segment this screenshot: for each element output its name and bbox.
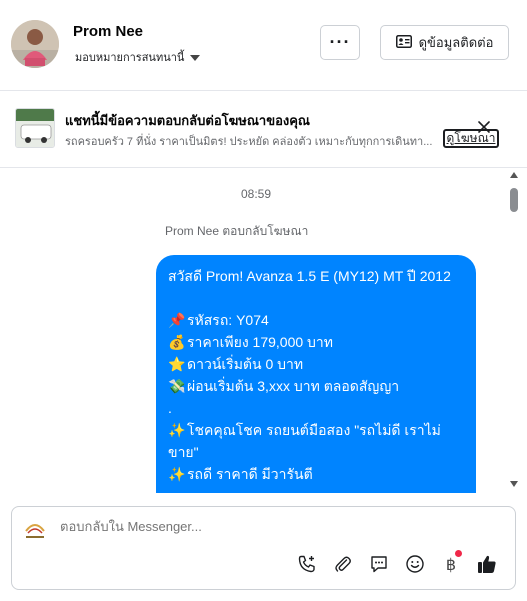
- ad-reply-banner: แชทนี้มีข้อความตอบกลับต่อโฆษณาของคุณ รถค…: [0, 91, 527, 168]
- message-line: สวัสดี Prom! Avanza 1.5 E (MY12) MT ปี 2…: [168, 268, 451, 284]
- contact-card-icon: [395, 34, 412, 51]
- sparkles-icon: ✨: [168, 422, 186, 438]
- close-icon[interactable]: [476, 119, 492, 135]
- message-line: 💸 ผ่อนเริ่มต้น 3,xxx บาท ตลอดสัญญา: [168, 375, 464, 397]
- sparkles-icon: ✨: [168, 466, 186, 482]
- ad-banner-title: แชทนี้มีข้อความตอบกลับต่อโฆษณาของคุณ: [65, 113, 310, 128]
- reply-composer: ฿: [11, 506, 516, 590]
- scroll-up-arrow[interactable]: [510, 172, 518, 178]
- money-wings-icon: 💸: [168, 378, 186, 394]
- attachment-icon[interactable]: [332, 553, 354, 575]
- baht-payment-icon[interactable]: ฿: [440, 550, 462, 575]
- view-contact-button[interactable]: ดูข้อมูลติดต่อ: [380, 25, 509, 60]
- emoji-icon[interactable]: [404, 553, 426, 575]
- notification-dot: [455, 550, 462, 557]
- ad-thumbnail: [15, 108, 55, 148]
- star-icon: ⭐: [168, 356, 186, 372]
- assign-label: มอบหมายการสนทนานี้: [75, 52, 185, 64]
- avatar[interactable]: [11, 20, 59, 68]
- scroll-thumb[interactable]: [510, 188, 518, 212]
- money-bag-icon: 💰: [168, 334, 186, 350]
- composer-toolbar: ฿: [296, 550, 498, 575]
- message-line: .: [168, 400, 172, 416]
- message-bubble[interactable]: สวัสดี Prom! Avanza 1.5 E (MY12) MT ปี 2…: [156, 255, 476, 493]
- scroll-down-arrow[interactable]: [510, 481, 518, 487]
- chevron-down-icon: [190, 54, 201, 61]
- saved-reply-icon[interactable]: [368, 553, 390, 575]
- message-line: [168, 287, 464, 309]
- message-input[interactable]: [60, 519, 460, 534]
- message-line: 📌 รหัสรถ: Y074: [168, 309, 464, 331]
- message-line: ✨ รถดี ราคาดี มีวารันตี: [168, 463, 464, 485]
- view-contact-label: ดูข้อมูลติดต่อ: [418, 35, 494, 50]
- ad-description: รถครอบครัว 7 ที่นั่ง ราคาเป็นมิตร! ประหย…: [65, 136, 433, 148]
- message-thread[interactable]: 08:59 Prom Nee ตอบกลับโฆษณา สวัสดี Prom!…: [0, 168, 527, 493]
- more-options-button[interactable]: ···: [320, 25, 360, 60]
- ad-reply-note: Prom Nee ตอบกลับโฆษณา: [165, 224, 309, 238]
- message-line: 💰 ราคาเพียง 179,000 บาท: [168, 331, 464, 353]
- conversation-header: Prom Nee มอบหมายการสนทนานี้ ··· ดูข้อมูล…: [0, 0, 527, 91]
- phone-add-icon[interactable]: [296, 553, 318, 575]
- contact-name[interactable]: Prom Nee: [73, 23, 143, 40]
- pin-icon: 📌: [168, 312, 186, 328]
- message-line: ⭐ ดาวน์เริ่มต้น 0 บาท: [168, 353, 464, 375]
- page-logo: [22, 517, 48, 543]
- message-line: ✨ โชคคุณโชค รถยนต์มือสอง "รถไม่ดี เราไม่ข…: [168, 419, 464, 463]
- thumbs-up-icon[interactable]: [476, 553, 498, 575]
- message-timestamp: 08:59: [240, 187, 272, 201]
- assign-conversation-dropdown[interactable]: มอบหมายการสนทนานี้: [75, 48, 201, 66]
- thread-scrollbar[interactable]: [507, 168, 521, 493]
